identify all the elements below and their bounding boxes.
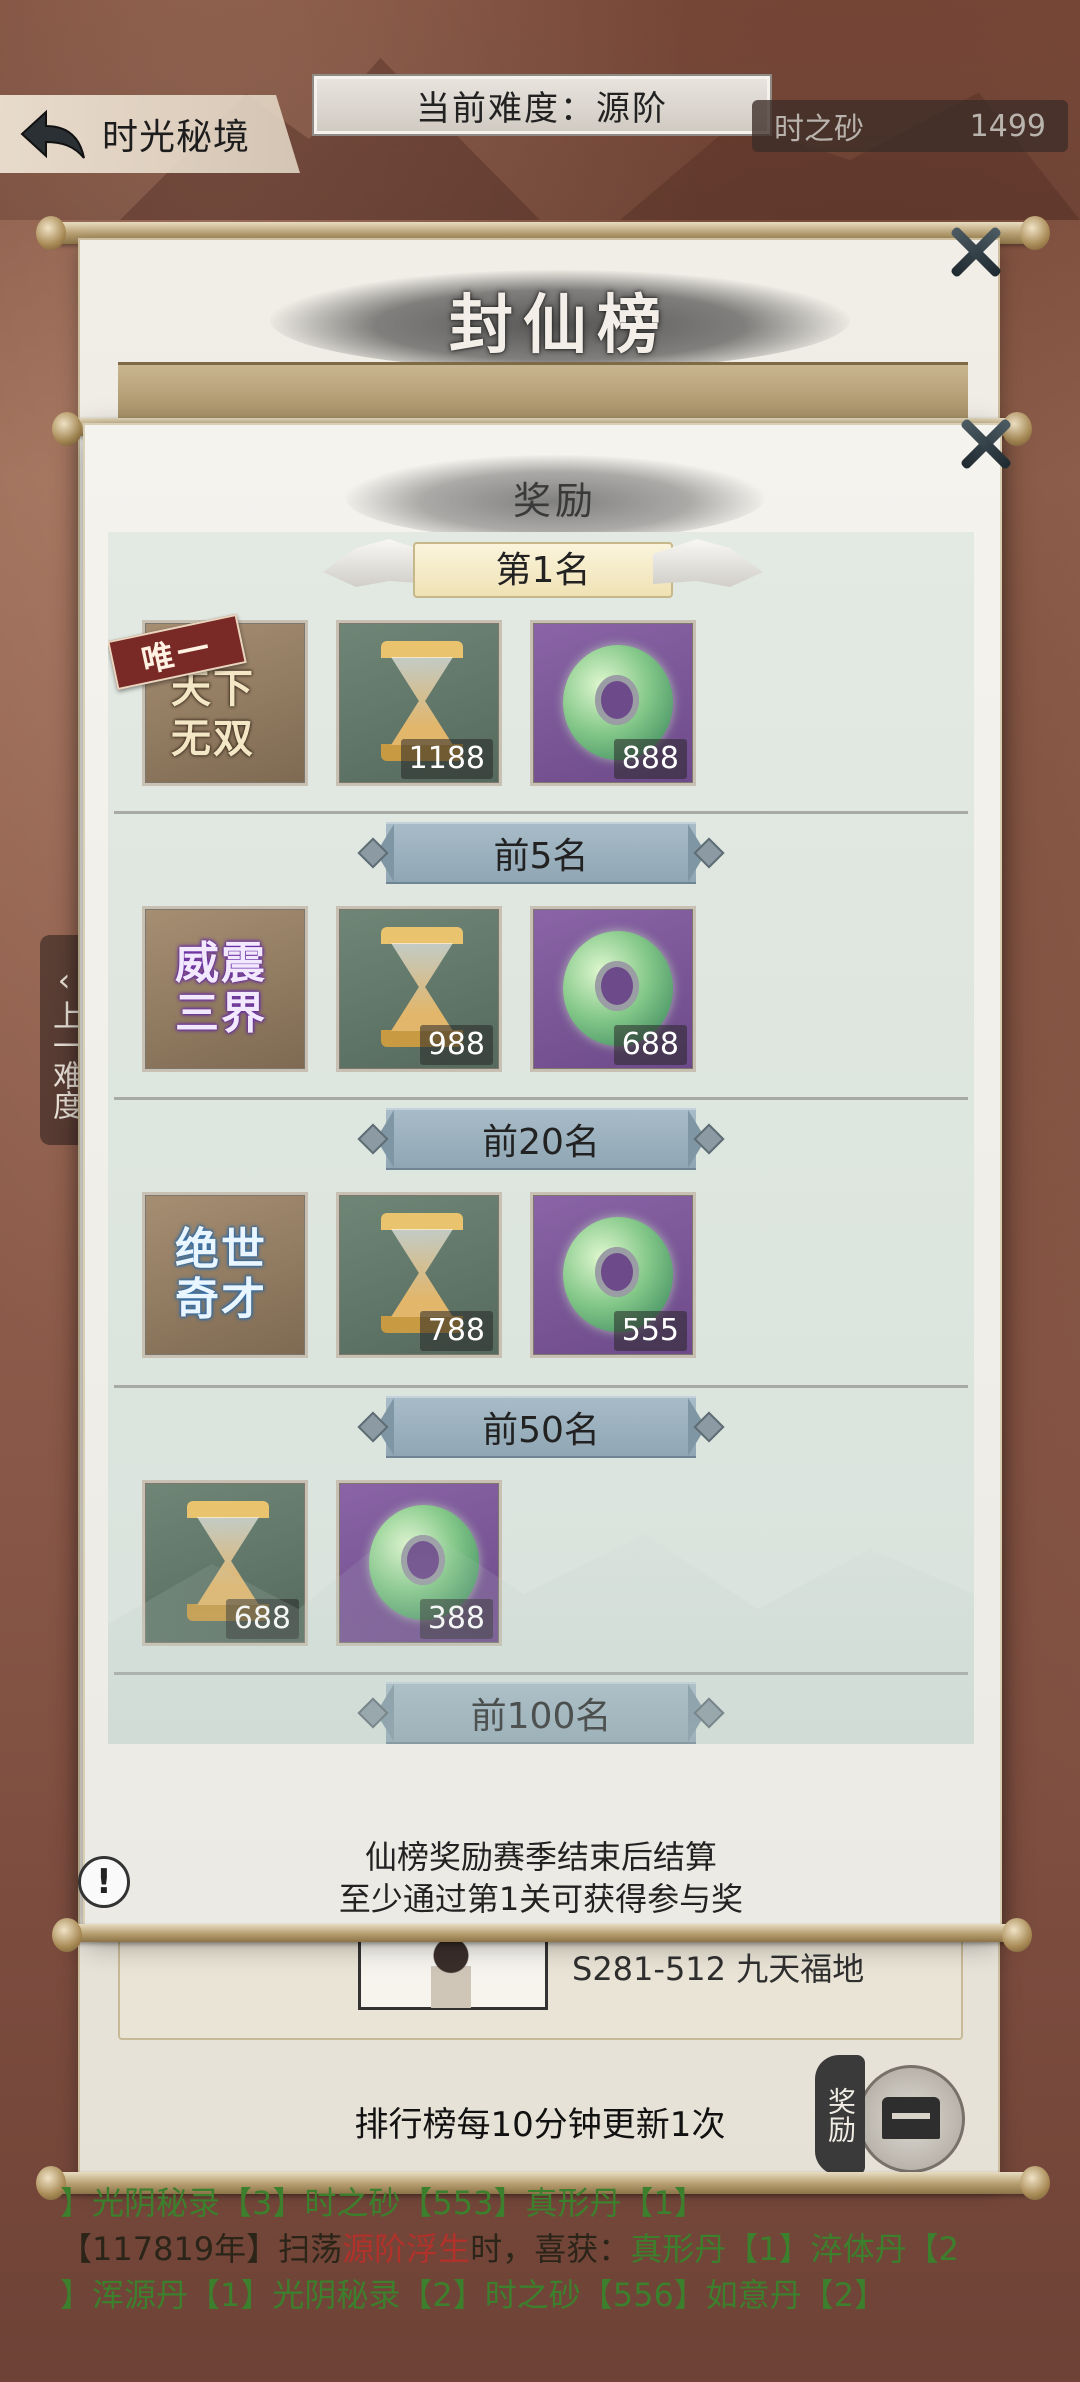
reward-row: 唯一 天下无双 1188 888 bbox=[108, 613, 696, 786]
hourglass-reward-item[interactable]: 788 bbox=[336, 1192, 502, 1358]
item-count: 788 bbox=[419, 1311, 493, 1351]
rank-header: 前100名 bbox=[357, 1682, 725, 1744]
divider bbox=[114, 1097, 968, 1100]
currency-name: 时之砂 bbox=[774, 112, 864, 147]
rank-header: 前50名 bbox=[357, 1396, 725, 1458]
reward-log: 】光阴秘录【3】时之砂【553】真形丹【1】 【117819年】扫荡源阶浮生时，… bbox=[60, 2180, 1080, 2318]
jade-reward-item[interactable]: 388 bbox=[336, 1480, 502, 1646]
log-line: 【117819年】扫荡源阶浮生时，喜获：真形丹【1】淬体丹【2 bbox=[60, 2230, 959, 2268]
divider bbox=[114, 1672, 968, 1675]
item-count: 888 bbox=[613, 739, 687, 779]
currency-amount: 1499 bbox=[969, 108, 1046, 144]
divider bbox=[114, 811, 968, 814]
modal-rod-bottom bbox=[52, 1918, 1032, 1952]
log-line: 】光阴秘录【3】时之砂【553】真形丹【1】 bbox=[60, 2184, 706, 2222]
jade-reward-item[interactable]: 688 bbox=[530, 906, 696, 1072]
item-count: 555 bbox=[613, 1311, 687, 1351]
scene-title: 时光秘境 bbox=[102, 117, 251, 158]
rank-banner-body bbox=[386, 1682, 696, 1744]
title-reward-item[interactable]: 绝世奇才 bbox=[142, 1192, 308, 1358]
prev-difficulty-label: 上一难度 bbox=[47, 1000, 82, 1120]
currency-display: 时之砂 1499 bbox=[752, 100, 1068, 152]
reward-row: 688 388 bbox=[142, 1480, 502, 1646]
reward-row: 威震三界 988 688 bbox=[142, 906, 696, 1072]
jade-reward-item[interactable]: 888 bbox=[530, 620, 696, 786]
item-count: 988 bbox=[419, 1025, 493, 1065]
leaderboard-title: 封仙榜 bbox=[270, 270, 850, 370]
back-arrow-icon bbox=[20, 109, 85, 159]
jade-reward-item[interactable]: 555 bbox=[530, 1192, 696, 1358]
footer-line: 至少通过第1关可获得参与奖 bbox=[338, 1880, 744, 1918]
chest-icon bbox=[882, 2097, 940, 2139]
rank-header-first: 第1名 bbox=[323, 532, 763, 602]
reward-list[interactable]: 第1名 唯一 天下无双 1188 888 前5名 威震三界 988 688 前2… bbox=[108, 532, 974, 1744]
chevron-left-icon: ‹ bbox=[57, 961, 71, 999]
rank-header: 前20名 bbox=[357, 1108, 725, 1170]
banner-gem bbox=[357, 1697, 389, 1729]
rank-header: 前5名 bbox=[357, 822, 725, 884]
item-count: 388 bbox=[419, 1599, 493, 1639]
title-name: 绝世奇才 bbox=[175, 1224, 267, 1325]
divider bbox=[114, 1385, 968, 1388]
leaderboard-banner bbox=[118, 362, 968, 422]
modal-close-icon[interactable] bbox=[955, 414, 1015, 474]
title-reward-item[interactable]: 唯一 天下无双 bbox=[108, 613, 308, 786]
reward-button[interactable]: 奖励 bbox=[815, 2055, 965, 2175]
reward-tag: 奖励 bbox=[815, 2055, 865, 2175]
close-icon[interactable] bbox=[945, 222, 1005, 282]
footer-line: 仙榜奖励赛季结束后结算 bbox=[364, 1838, 717, 1876]
back-button[interactable]: 时光秘境 bbox=[0, 95, 300, 173]
item-count: 1188 bbox=[400, 739, 493, 779]
hourglass-reward-item[interactable]: 988 bbox=[336, 906, 502, 1072]
item-count: 688 bbox=[225, 1599, 299, 1639]
server-entry: S281-512 九天福地 bbox=[572, 1950, 865, 1988]
hourglass-icon bbox=[187, 1501, 269, 1621]
title-reward-item[interactable]: 威震三界 bbox=[142, 906, 308, 1072]
jade-icon bbox=[369, 1505, 479, 1620]
hourglass-reward-item[interactable]: 688 bbox=[142, 1480, 308, 1646]
difficulty-label: 当前难度：源阶 bbox=[312, 74, 772, 136]
reward-row: 绝世奇才 788 555 bbox=[142, 1192, 696, 1358]
banner-gem bbox=[693, 1697, 725, 1729]
title-name: 威震三界 bbox=[175, 938, 267, 1039]
modal-footer-note: 仙榜奖励赛季结束后结算 至少通过第1关可获得参与奖 bbox=[108, 1836, 974, 1920]
log-line: 】浑源丹【1】光阴秘录【2】时之砂【556】如意丹【2】 bbox=[60, 2276, 887, 2314]
modal-title: 奖励 bbox=[345, 455, 765, 540]
item-count: 688 bbox=[613, 1025, 687, 1065]
hourglass-reward-item[interactable]: 1188 bbox=[336, 620, 502, 786]
